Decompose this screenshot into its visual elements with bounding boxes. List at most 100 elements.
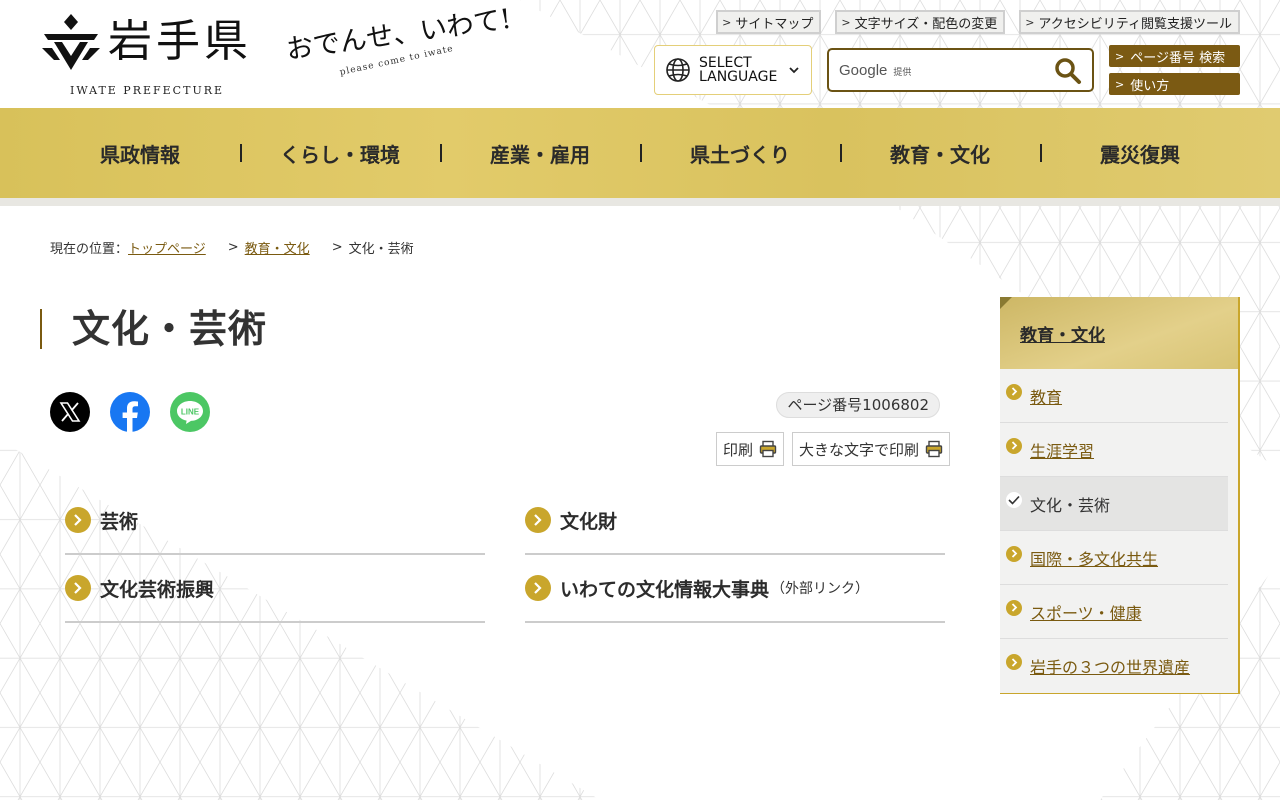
chevron-right-icon [1006,437,1022,454]
sidebar-item-label: 文化・芸術 [1030,495,1111,515]
how-to-use-label: 使い方 [1130,78,1170,94]
sitemap-link[interactable]: > サイトマップ [716,10,822,34]
header-side-buttons: > ページ番号 検索 > 使い方 [1109,45,1240,101]
sidebar-item-label[interactable]: スポーツ・健康 [1030,600,1142,624]
select-language-label: SELECT LANGUAGE [699,56,777,84]
line-icon: LINE [177,401,203,424]
gnav-item-education-culture[interactable]: 教育・文化 [840,108,1040,198]
page-number-badge: ページ番号1006802 [776,392,940,418]
sidebar-item-world-heritage[interactable]: 岩手の３つの世界遺産 [1000,639,1228,693]
chevron-right-icon: > [1115,77,1125,91]
breadcrumb-link-top[interactable]: トップページ [128,238,206,257]
google-provided-label: 提供 [893,67,912,78]
chevron-right-icon [1006,545,1022,562]
logo-subtitle: IWATE PREFECTURE [70,84,225,97]
sitemap-link-label: サイトマップ [735,16,814,32]
category-link-arts[interactable]: 芸術 [65,487,485,555]
sns-share-buttons: LINE [50,392,210,432]
facebook-icon [122,401,138,432]
gnav-item-disaster-recovery[interactable]: 震災復興 [1040,108,1240,198]
category-label: 文化芸術振興 [100,578,215,601]
accessibility-tool-link[interactable]: > アクセシビリティ閲覧支援ツール [1019,10,1240,34]
chevron-right-icon [1006,654,1022,670]
line-share-button[interactable]: LINE [170,392,210,432]
chevron-down-icon [789,67,799,74]
category-links: 芸術 文化財 文化芸術振興 いわての文化情報大事典 （外部リンク） [65,487,945,623]
site-logo[interactable]: 岩手県 IWATE PREFECTURE [40,10,270,100]
select-language-button[interactable]: SELECT LANGUAGE [654,45,812,95]
utility-links: > サイトマップ > 文字サイズ・配色の変更 > アクセシビリティ閲覧支援ツール [716,10,1240,34]
sidebar-item-culture-arts: 文化・芸術 [1000,477,1228,531]
how-to-use-button[interactable]: > 使い方 [1109,73,1240,95]
main-content: 文化・芸術 LINE ページ番号1006802 印刷 大きな文字で印刷 芸術 文… [40,297,950,637]
chevron-right-icon: > [722,15,732,29]
gnav-item-industry-employment[interactable]: 産業・雇用 [440,108,640,198]
breadcrumb-separator: > [331,240,343,255]
category-link-iwate-culture-encyclopedia[interactable]: いわての文化情報大事典 （外部リンク） [525,555,945,623]
page-number-search-button[interactable]: > ページ番号 検索 [1109,45,1240,67]
line-icon-text: LINE [181,408,200,417]
sidebar-item-international[interactable]: 国際・多文化共生 [1000,531,1228,585]
sidebar-heading: 教育・文化 [1000,297,1238,369]
iwate-emblem-icon [42,14,100,70]
page-title: 文化・芸術 [40,309,267,349]
category-link-arts-promotion[interactable]: 文化芸術振興 [65,555,485,623]
facebook-share-button[interactable] [110,392,150,432]
category-label: 文化財 [560,510,618,533]
breadcrumb-current: 文化・芸術 [348,242,414,257]
logo-title: 岩手県 [108,16,252,67]
search-icon[interactable] [1054,57,1082,85]
sidebar-item-sports-health[interactable]: スポーツ・健康 [1000,585,1228,639]
search-input[interactable] [929,54,1039,86]
gnav-item-life-environment[interactable]: くらし・環境 [240,108,440,198]
site-header: 岩手県 IWATE PREFECTURE おでんせ、いわて! please co… [0,0,1280,108]
accessibility-tool-link-label: アクセシビリティ閲覧支援ツール [1038,16,1232,32]
chevron-right-icon [1006,599,1022,616]
site-search-box: Google 提供 [827,48,1094,92]
chevron-right-icon [65,507,91,533]
sidebar-item-label[interactable]: 岩手の３つの世界遺産 [1030,654,1190,678]
sidebar-item-education[interactable]: 教育 [1000,369,1228,423]
printer-icon [759,440,777,458]
gnav-item-prefectural-info[interactable]: 県政情報 [40,108,240,198]
breadcrumb-label: 現在の位置： [50,242,129,257]
gnav-item-land-development[interactable]: 県土づくり [640,108,840,198]
catchphrase: おでんせ、いわて! please come to iwate [284,4,526,90]
category-label: 芸術 [100,510,139,533]
chevron-right-icon [1006,383,1022,400]
chevron-right-icon: > [1115,49,1125,63]
category-link-cultural-properties[interactable]: 文化財 [525,487,945,555]
chevron-right-icon [525,575,551,601]
print-large-text-button[interactable]: 大きな文字で印刷 [791,432,950,466]
chevron-right-icon [525,507,551,533]
nav-divider [0,198,1280,206]
chevron-right-icon: > [1025,15,1035,29]
x-share-button[interactable] [50,392,90,432]
print-button[interactable]: 印刷 [715,432,784,466]
breadcrumb: 現在の位置： トップページ > 教育・文化 > 文化・芸術 [50,238,414,257]
print-button-label: 印刷 [722,440,753,459]
text-size-color-link[interactable]: > 文字サイズ・配色の変更 [835,10,1006,34]
sidebar-item-lifelong-learning[interactable]: 生涯学習 [1000,423,1228,477]
global-nav: 県政情報 くらし・環境 産業・雇用 県土づくり 教育・文化 震災復興 [0,108,1280,198]
printer-icon [925,440,943,458]
print-large-text-label: 大きな文字で印刷 [798,440,919,459]
breadcrumb-separator: > [227,240,239,255]
text-size-color-link-label: 文字サイズ・配色の変更 [854,16,998,32]
select-language-line2: LANGUAGE [699,69,778,85]
select-language-line1: SELECT [699,55,752,71]
sidebar-item-label[interactable]: 教育 [1030,384,1062,408]
sidebar-item-label[interactable]: 生涯学習 [1030,438,1094,462]
page-number-search-label: ページ番号 検索 [1130,50,1226,66]
category-label: いわての文化情報大事典 [560,578,770,601]
sidebar-item-label[interactable]: 国際・多文化共生 [1030,546,1158,570]
sidebar-list: 教育 生涯学習 文化・芸術 国際・多文化共生 スポーツ・健康 岩手の３つの世界遺… [1000,369,1238,694]
google-label: Google [839,61,888,79]
print-buttons: 印刷 大きな文字で印刷 [715,432,950,466]
sidebar: 教育・文化 教育 生涯学習 文化・芸術 国際・多文化共生 スポーツ・健康 岩手の… [1000,297,1240,694]
sidebar-heading-link[interactable]: 教育・文化 [1020,321,1105,346]
chevron-right-icon [65,575,91,601]
x-icon [59,402,81,422]
breadcrumb-link-education-culture[interactable]: 教育・文化 [245,238,310,257]
external-link-note: （外部リンク） [771,581,870,597]
